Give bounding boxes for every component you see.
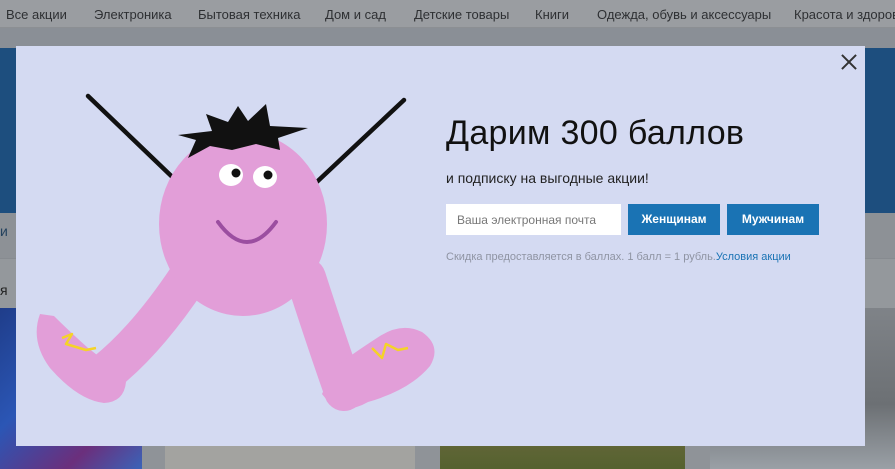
promo-title: Дарим 300 баллов (446, 114, 745, 152)
nav-item-clothing[interactable]: Одежда, обувь и аксессуары (597, 7, 771, 22)
subscription-modal: Дарим 300 баллов и подписку на выгодные … (16, 46, 865, 446)
mascot-right-arm (301, 97, 407, 197)
nav-item-beauty[interactable]: Красота и здоровье (794, 7, 895, 22)
email-input[interactable] (446, 204, 621, 235)
nav-item-kids[interactable]: Детские товары (414, 7, 509, 22)
terms-link[interactable]: Условия акции (716, 251, 791, 263)
nav-item-appliances[interactable]: Бытовая техника (198, 7, 300, 22)
mascot-left-leg (84, 258, 208, 394)
nav-item-home-garden[interactable]: Дом и сад (325, 7, 386, 22)
disclaimer-text: Скидка предоставляется в баллах. 1 балл … (446, 251, 791, 263)
nav-item-books[interactable]: Книги (535, 7, 569, 22)
mascot-right-pupil (263, 170, 273, 180)
background-section-text: я (0, 282, 8, 298)
nav-item-all-promos[interactable]: Все акции (6, 7, 67, 22)
mascot-body (159, 132, 327, 316)
subscribe-women-button[interactable]: Женщинам (628, 204, 720, 235)
mascot-illustration (36, 93, 435, 411)
nav-item-electronics[interactable]: Электроника (94, 7, 172, 22)
top-category-nav: Все акции Электроника Бытовая техника До… (0, 0, 895, 28)
promo-subtitle: и подписку на выгодные акции! (446, 170, 649, 186)
background-strip-text: и (0, 223, 8, 239)
disclaimer-label: Скидка предоставляется в баллах. 1 балл … (446, 251, 716, 263)
close-icon[interactable] (838, 51, 860, 73)
mascot-left-pupil (231, 168, 241, 178)
subscribe-men-button[interactable]: Мужчинам (727, 204, 819, 235)
